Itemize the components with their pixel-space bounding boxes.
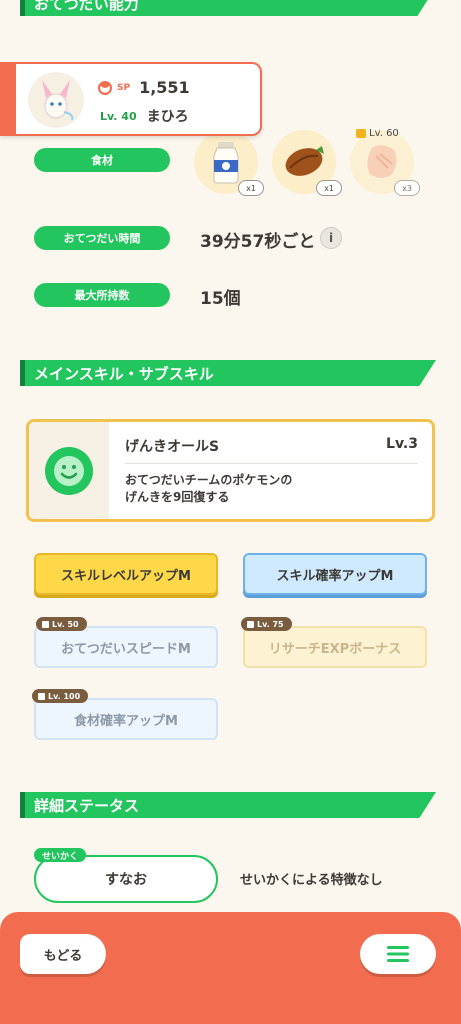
ingredient-slot-2[interactable]: x1: [272, 130, 342, 196]
ingredient-unlock-level: Lv. 60: [356, 128, 399, 139]
sub-skill-unlock-tag: Lv. 75: [241, 617, 292, 631]
sp-badge: SP 1,551: [98, 78, 190, 97]
info-icon[interactable]: i: [320, 227, 342, 249]
section-header-helping-ability: おてつだい能力: [20, 0, 434, 16]
max-carry-value: 15個: [200, 289, 241, 309]
back-button[interactable]: もどる: [20, 934, 106, 974]
main-skill-card[interactable]: げんきオールS Lv.3 おてつだいチームのポケモンの げんきを9回復する: [26, 419, 435, 522]
max-carry-label-text: 最大所持数: [74, 289, 130, 302]
pokeball-icon: [98, 80, 112, 95]
pokemon-level-name: Lv. 40 まひろ: [100, 106, 189, 126]
helping-time-label-text: おてつだい時間: [63, 232, 141, 245]
cacao-icon: [285, 146, 324, 176]
bottom-navigation-bar: もどる: [0, 912, 461, 1024]
pokemon-name: まひろ: [146, 109, 189, 125]
sub-skill-2[interactable]: スキル確率アップM: [243, 553, 427, 595]
lock-icon: [247, 620, 254, 628]
lock-icon: [356, 129, 366, 138]
sp-value: 1,551: [139, 78, 190, 97]
lock-icon: [38, 692, 45, 700]
sub-skill-1[interactable]: スキルレベルアップM: [34, 553, 218, 595]
moomoo-milk-icon: [213, 142, 239, 184]
skill-description-line: げんきを9回復する: [125, 490, 230, 504]
skill-description: おてつだいチームのポケモンの げんきを9回復する: [125, 472, 292, 506]
max-carry-label: 最大所持数: [34, 283, 170, 307]
sub-skill-label: スキルレベルアップM: [61, 568, 191, 584]
section-title: おてつだい能力: [34, 0, 139, 13]
skill-icon-panel: [29, 422, 109, 519]
ingredients-label-text: 食材: [91, 154, 113, 167]
menu-button[interactable]: [360, 934, 436, 974]
ingredient-slot-3-locked[interactable]: x3: [350, 130, 420, 196]
section-header-detail-status: 詳細ステータス: [20, 792, 436, 818]
nature-box[interactable]: すなお: [34, 855, 218, 903]
ingredients-label: 食材: [34, 148, 170, 172]
section-title: メインスキル・サブスキル: [34, 364, 214, 383]
ingredient-count: x1: [238, 180, 264, 196]
nature-value: すなお: [105, 872, 147, 888]
lock-icon: [42, 620, 49, 628]
smile-icon: [45, 446, 93, 495]
pokemon-avatar: [28, 72, 84, 128]
card-stripe: [0, 64, 16, 134]
nature-tag: せいかく: [34, 848, 87, 862]
ingredient-count: x3: [394, 180, 420, 196]
sub-skill-label: リサーチEXPボーナス: [268, 641, 402, 657]
section-title: 詳細ステータス: [34, 796, 140, 815]
hamburger-menu-icon: [387, 946, 409, 962]
unlock-level-text: Lv. 75: [257, 619, 284, 629]
sub-skill-label: おてつだいスピードM: [61, 641, 191, 657]
ingredient-count: x1: [316, 180, 342, 196]
sub-skill-label: 食材確率アップM: [74, 713, 178, 729]
skill-description-line: おてつだいチームのポケモンの: [125, 473, 293, 487]
skill-level: Lv.3: [386, 436, 418, 452]
sub-skill-3-locked[interactable]: おてつだいスピードM: [34, 626, 218, 668]
skill-name: げんきオールS: [125, 439, 220, 455]
sub-skill-unlock-tag: Lv. 50: [36, 617, 87, 631]
back-button-label: もどる: [43, 948, 83, 964]
pokemon-level: Lv. 40: [100, 109, 137, 123]
nature-effect: せいかくによる特徴なし: [240, 873, 383, 888]
section-header-skills: メインスキル・サブスキル: [20, 360, 436, 386]
sub-skill-label: スキル確率アップM: [276, 568, 394, 584]
skill-divider: [125, 463, 418, 464]
sub-skill-5-locked[interactable]: 食材確率アップM: [34, 698, 218, 740]
sylveon-icon: [42, 80, 74, 121]
helping-time-label: おてつだい時間: [34, 226, 170, 250]
helping-time-value: 39分57秒ごと: [200, 232, 316, 252]
unlock-level-text: Lv. 50: [52, 619, 79, 629]
locked-ingredient-icon: [367, 145, 397, 178]
sub-skill-4-locked[interactable]: リサーチEXPボーナス: [243, 626, 427, 668]
unlock-level-text: Lv. 100: [48, 691, 81, 701]
unlock-level-text: Lv. 60: [369, 128, 399, 139]
ingredient-slot-1[interactable]: x1: [194, 130, 264, 196]
pokemon-card[interactable]: SP 1,551 Lv. 40 まひろ: [0, 62, 262, 136]
sub-skill-unlock-tag: Lv. 100: [32, 689, 89, 703]
sp-label: SP: [117, 82, 131, 93]
